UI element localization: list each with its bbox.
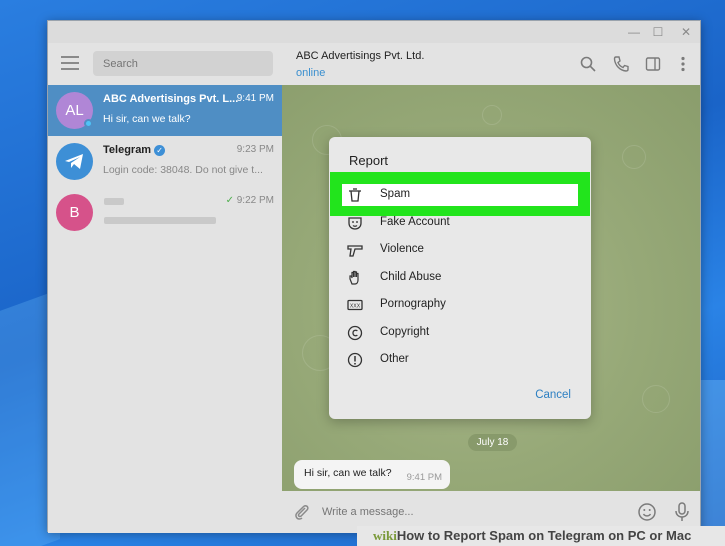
chat-name-row: Telegram ✓ (103, 144, 166, 156)
blurred-name (104, 198, 124, 205)
background-doodle (622, 145, 646, 169)
phone-icon[interactable] (612, 55, 630, 73)
chat-time: 9:23 PM (236, 144, 274, 155)
gun-icon (347, 242, 363, 258)
emoji-icon[interactable] (637, 502, 657, 522)
search-input[interactable] (93, 51, 273, 76)
contact-name[interactable]: ABC Advertisings Pvt. Ltd. (296, 50, 424, 62)
report-option-fake-account[interactable]: Fake Account (329, 210, 591, 237)
report-option-label: Spam (380, 188, 411, 200)
dialog-title: Report (349, 153, 389, 168)
report-option-label: Child Abuse (380, 270, 442, 283)
chat-sidebar: AL ABC Advertisings Pvt. L... 9:41 PM Hi… (48, 43, 282, 533)
mask-icon (347, 215, 363, 231)
blurred-preview (104, 217, 216, 224)
report-option-label: Other (380, 353, 409, 365)
sidebar-header (48, 43, 282, 85)
report-option-pornography[interactable]: XXX Pornography (329, 292, 591, 319)
report-option-spam[interactable]: Spam (329, 182, 591, 209)
chat-item-telegram[interactable]: Telegram ✓ 9:23 PM Login code: 38048. Do … (48, 136, 282, 187)
watermark-text: How to Report Spam on Telegram on PC or … (396, 528, 692, 543)
maximize-button[interactable]: ☐ (648, 23, 668, 41)
chat-name: ABC Advertisings Pvt. L... (103, 93, 239, 105)
report-option-label: Copyright (380, 325, 430, 338)
chat-preview: Login code: 38048. Do not give t... (103, 164, 263, 176)
chat-item-abc-advertisings[interactable]: AL ABC Advertisings Pvt. L... 9:41 PM Hi… (48, 85, 282, 136)
svg-text:XXX: XXX (350, 304, 361, 310)
cancel-button[interactable]: Cancel (535, 389, 571, 401)
report-option-violence[interactable]: Violence (329, 237, 591, 264)
search-icon[interactable] (579, 55, 597, 73)
report-option-label: Violence (380, 243, 424, 255)
paperclip-icon[interactable] (292, 502, 312, 522)
close-button[interactable]: ✕ (676, 23, 696, 41)
hand-icon (347, 270, 363, 286)
message-text: Hi sir, can we talk? (304, 467, 392, 479)
avatar: B (56, 194, 93, 231)
more-options-icon[interactable] (674, 55, 692, 73)
wikihow-brand: wiki (373, 528, 397, 543)
trash-icon (347, 187, 363, 203)
copyright-icon (347, 325, 363, 341)
hamburger-menu-icon[interactable] (61, 56, 79, 70)
microphone-icon[interactable] (672, 501, 692, 523)
report-option-label: Pornography (380, 298, 446, 310)
online-indicator (84, 119, 93, 128)
wikihow-watermark: wikiHow to Report Spam on Telegram on PC… (357, 526, 725, 546)
info-icon (347, 352, 363, 368)
chat-preview: Hi sir, can we talk? (103, 113, 191, 125)
report-option-copyright[interactable]: Copyright (329, 320, 591, 347)
xxx-icon: XXX (347, 297, 363, 313)
chat-item-b[interactable]: B ✓ 9:22 PM (48, 187, 282, 238)
contact-status: online (296, 67, 326, 79)
message-input[interactable] (322, 502, 622, 522)
date-separator: July 18 (468, 434, 517, 451)
chat-time: 9:22 PM (236, 195, 274, 206)
verified-badge-icon: ✓ (154, 144, 166, 156)
minimize-button[interactable]: — (624, 23, 644, 41)
report-options-list: Spam Fake Account Violence Child Abuse X… (329, 182, 591, 382)
background-doodle (482, 105, 502, 125)
read-check-icon: ✓ (225, 195, 234, 206)
report-option-label: Fake Account (380, 215, 450, 228)
message-bubble[interactable]: Hi sir, can we talk? 9:41 PM (294, 460, 450, 489)
telegram-logo-icon (56, 143, 93, 180)
chat-name: Telegram (103, 144, 152, 156)
title-bar: — ☐ ✕ (48, 21, 700, 43)
report-option-other[interactable]: Other (329, 347, 591, 374)
background-doodle (642, 385, 670, 413)
chat-time: 9:41 PM (236, 93, 274, 104)
sidebar-toggle-icon[interactable] (644, 55, 662, 73)
chat-header: ABC Advertisings Pvt. Ltd. online (282, 43, 700, 85)
message-time: 9:41 PM (406, 472, 442, 483)
report-option-child-abuse[interactable]: Child Abuse (329, 265, 591, 292)
chat-time-row: ✓ 9:22 PM (226, 195, 274, 206)
